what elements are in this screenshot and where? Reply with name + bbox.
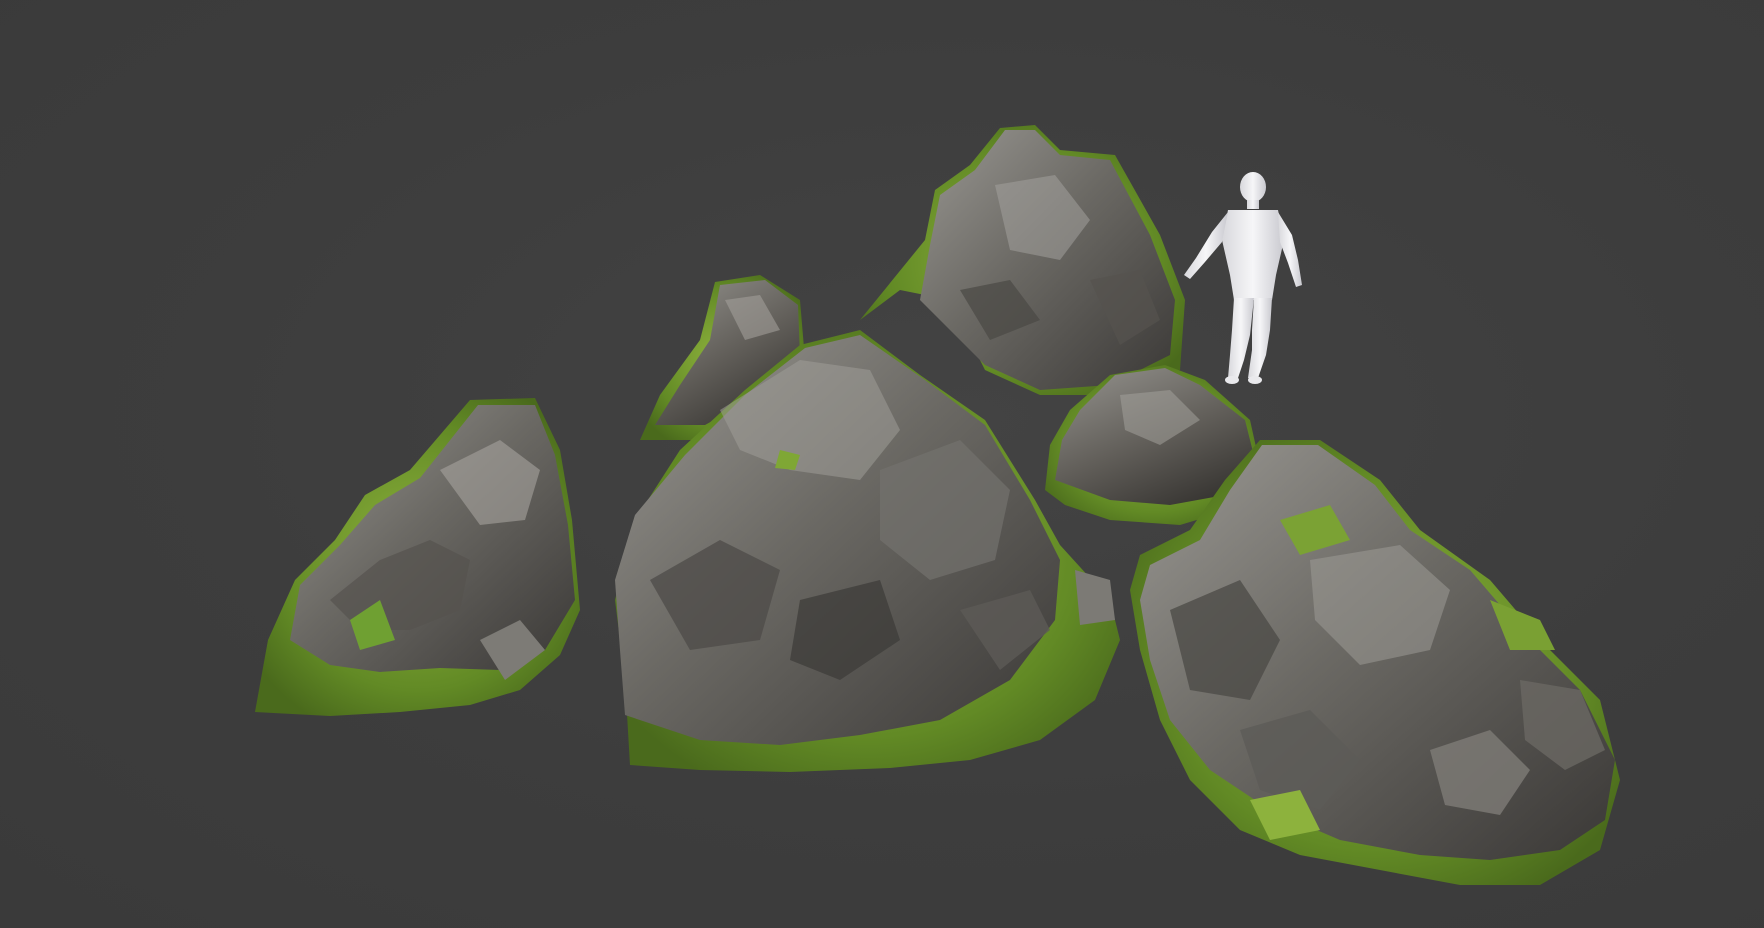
scene-render xyxy=(255,125,1620,885)
rock-back-tall xyxy=(860,125,1185,395)
scale-reference-figure xyxy=(1184,172,1302,384)
3d-viewport xyxy=(0,0,1764,928)
rock-small-left xyxy=(255,398,580,716)
